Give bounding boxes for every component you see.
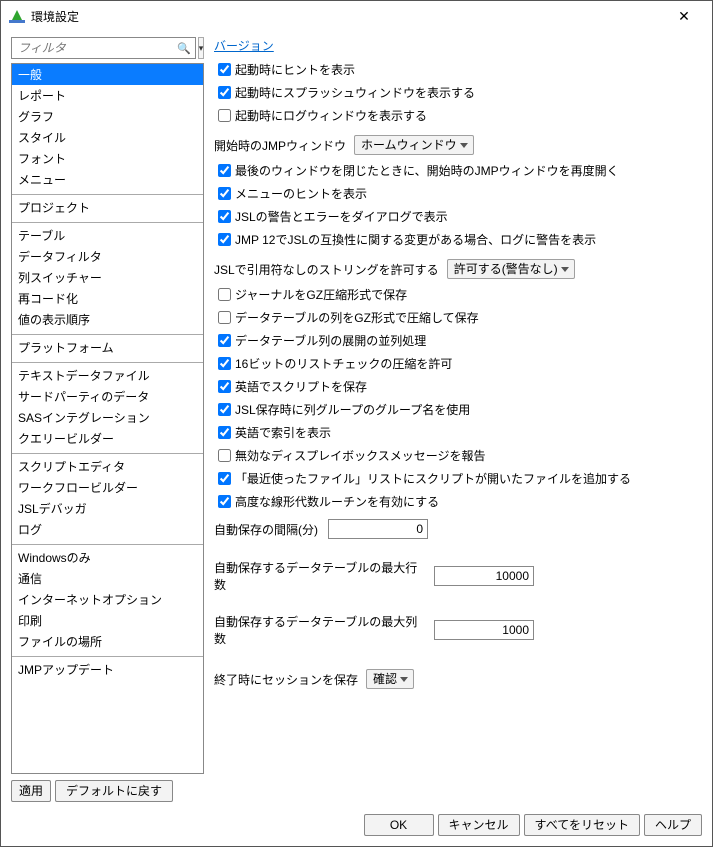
nav-item[interactable]: スクリプトエディタ [12, 456, 203, 477]
nav-item[interactable]: クエリービルダー [12, 428, 203, 449]
checkbox[interactable] [218, 449, 231, 462]
ok-button[interactable]: OK [364, 814, 434, 836]
footer-right: OK キャンセル すべてをリセット ヘルプ [1, 808, 712, 846]
settings-content: バージョン 起動時にヒントを表示 起動時にスプラッシュウィンドウを表示する 起動… [214, 37, 702, 774]
initial-window-label: 開始時のJMPウィンドウ [214, 137, 346, 154]
cb-eng-index[interactable]: 英語で索引を表示 [214, 423, 702, 442]
autosave-interval-label: 自動保存の間隔(分) [214, 521, 318, 538]
nav-item[interactable]: ファイルの場所 [12, 631, 203, 652]
category-list[interactable]: 一般レポートグラフスタイルフォントメニュープロジェクトテーブルデータフィルタ列ス… [11, 63, 204, 774]
left-panel: 🔍 ▾ 一般レポートグラフスタイルフォントメニュープロジェクトテーブルデータフィ… [11, 37, 204, 774]
cancel-button[interactable]: キャンセル [438, 814, 520, 836]
cb-menu-tips[interactable]: メニューのヒントを表示 [214, 184, 702, 203]
autosave-interval-input[interactable] [328, 519, 428, 539]
nav-item[interactable]: 通信 [12, 568, 203, 589]
nav-item[interactable]: サードパーティのデータ [12, 386, 203, 407]
jsl-unquoted-select[interactable]: 許可する(警告なし) [447, 259, 575, 279]
cb-16bit-list[interactable]: 16ビットのリストチェックの圧縮を許可 [214, 354, 702, 373]
filter-dropdown-icon[interactable]: ▾ [198, 37, 205, 59]
cb-eng-script-save[interactable]: 英語でスクリプトを保存 [214, 377, 702, 396]
cb-journal-gz[interactable]: ジャーナルをGZ圧縮形式で保存 [214, 285, 702, 304]
nav-item[interactable]: 列スイッチャー [12, 267, 203, 288]
preferences-window: 環境設定 ✕ 🔍 ▾ 一般レポートグラフスタイルフォントメニュープロジェクトテー… [0, 0, 713, 847]
save-session-label: 終了時にセッションを保存 [214, 671, 358, 688]
app-icon [9, 8, 25, 24]
nav-item[interactable]: グラフ [12, 106, 203, 127]
checkbox[interactable] [218, 426, 231, 439]
nav-item[interactable]: Windowsのみ [12, 547, 203, 568]
autosave-maxcols-input[interactable] [434, 620, 534, 640]
titlebar: 環境設定 ✕ [1, 1, 712, 31]
nav-item[interactable]: SASインテグレーション [12, 407, 203, 428]
search-icon[interactable]: 🔍 [177, 42, 191, 55]
save-session-select[interactable]: 確認 [366, 669, 414, 689]
nav-item[interactable]: 印刷 [12, 610, 203, 631]
nav-item[interactable]: 再コード化 [12, 288, 203, 309]
checkbox[interactable] [218, 109, 231, 122]
cb-disp-box-msg[interactable]: 無効なディスプレイボックスメッセージを報告 [214, 446, 702, 465]
cb-jsl-dialog[interactable]: JSLの警告とエラーをダイアログで表示 [214, 207, 702, 226]
checkbox[interactable] [218, 495, 231, 508]
nav-item[interactable]: インターネットオプション [12, 589, 203, 610]
nav-item[interactable]: テーブル [12, 225, 203, 246]
autosave-maxcols-label: 自動保存するデータテーブルの最大列数 [214, 613, 424, 647]
nav-item[interactable]: レポート [12, 85, 203, 106]
nav-item[interactable]: ワークフロービルダー [12, 477, 203, 498]
nav-item[interactable]: フォント [12, 148, 203, 169]
checkbox[interactable] [218, 334, 231, 347]
nav-item[interactable]: プロジェクト [12, 197, 203, 218]
cb-show-tips[interactable]: 起動時にヒントを表示 [214, 60, 702, 79]
nav-item[interactable]: プラットフォーム [12, 337, 203, 358]
cb-jsl-group-name[interactable]: JSL保存時に列グループのグループ名を使用 [214, 400, 702, 419]
nav-item[interactable]: JSLデバッガ [12, 498, 203, 519]
checkbox[interactable] [218, 187, 231, 200]
nav-item[interactable]: 一般 [12, 64, 203, 85]
apply-button[interactable]: 適用 [11, 780, 51, 802]
nav-item[interactable]: スタイル [12, 127, 203, 148]
initial-window-select[interactable]: ホームウィンドウ [354, 135, 474, 155]
nav-item[interactable]: テキストデータファイル [12, 365, 203, 386]
nav-item[interactable]: ログ [12, 519, 203, 540]
cb-expand-parallel[interactable]: データテーブル列の展開の並列処理 [214, 331, 702, 350]
jsl-unquoted-label: JSLで引用符なしのストリングを許可する [214, 261, 439, 278]
cb-advanced-linalg[interactable]: 高度な線形代数ルーチンを有効にする [214, 492, 702, 511]
checkbox[interactable] [218, 288, 231, 301]
reset-all-button[interactable]: すべてをリセット [524, 814, 640, 836]
checkbox[interactable] [218, 311, 231, 324]
cb-reopen-last[interactable]: 最後のウィンドウを閉じたときに、開始時のJMPウィンドウを再度開く [214, 161, 702, 180]
cb-jmp12-compat[interactable]: JMP 12でJSLの互換性に関する変更がある場合、ログに警告を表示 [214, 230, 702, 249]
cb-table-gz[interactable]: データテーブルの列をGZ形式で圧縮して保存 [214, 308, 702, 327]
reset-default-button[interactable]: デフォルトに戻す [55, 780, 173, 802]
checkbox[interactable] [218, 210, 231, 223]
cb-show-log[interactable]: 起動時にログウィンドウを表示する [214, 106, 702, 125]
checkbox[interactable] [218, 403, 231, 416]
checkbox[interactable] [218, 164, 231, 177]
close-icon[interactable]: ✕ [664, 8, 704, 25]
cb-show-splash[interactable]: 起動時にスプラッシュウィンドウを表示する [214, 83, 702, 102]
nav-item[interactable]: メニュー [12, 169, 203, 190]
footer-left: 適用 デフォルトに戻す [1, 774, 712, 808]
filter-input[interactable] [16, 40, 177, 56]
checkbox[interactable] [218, 472, 231, 485]
autosave-maxrows-input[interactable] [434, 566, 534, 586]
cb-recent-scripts[interactable]: 「最近使ったファイル」リストにスクリプトが開いたファイルを追加する [214, 469, 702, 488]
version-link[interactable]: バージョン [214, 37, 702, 54]
nav-item[interactable]: 値の表示順序 [12, 309, 203, 330]
checkbox[interactable] [218, 63, 231, 76]
checkbox[interactable] [218, 380, 231, 393]
window-title: 環境設定 [31, 8, 664, 25]
checkbox[interactable] [218, 86, 231, 99]
help-button[interactable]: ヘルプ [644, 814, 702, 836]
nav-item[interactable]: JMPアップデート [12, 659, 203, 680]
nav-item[interactable]: データフィルタ [12, 246, 203, 267]
checkbox[interactable] [218, 233, 231, 246]
checkbox[interactable] [218, 357, 231, 370]
filter-input-wrap[interactable]: 🔍 [11, 37, 196, 59]
autosave-maxrows-label: 自動保存するデータテーブルの最大行数 [214, 559, 424, 593]
